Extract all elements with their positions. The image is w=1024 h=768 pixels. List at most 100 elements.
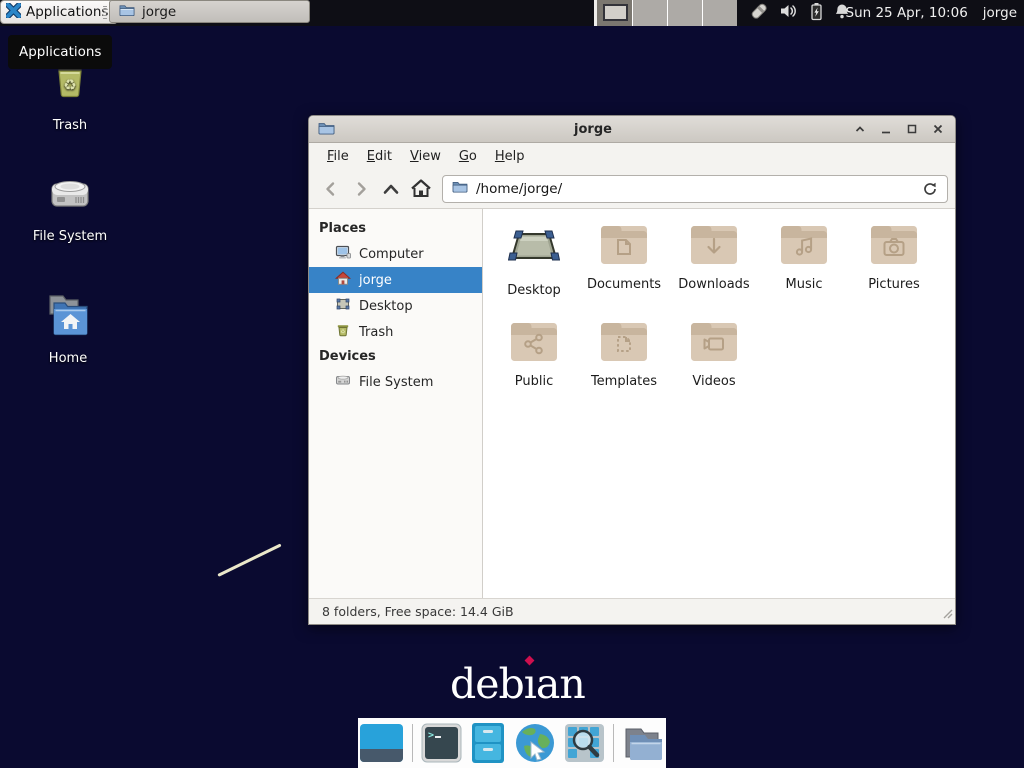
titlebar[interactable]: jorge bbox=[309, 116, 955, 143]
status-text: 8 folders, Free space: 14.4 GiB bbox=[322, 604, 514, 619]
up-button[interactable] bbox=[376, 174, 406, 204]
close-button[interactable] bbox=[929, 121, 946, 138]
folder-documents-icon bbox=[599, 222, 649, 270]
workspace-2[interactable] bbox=[632, 0, 667, 26]
show-desktop-icon[interactable] bbox=[359, 723, 404, 763]
desktop-icon-home[interactable]: Home bbox=[18, 290, 118, 366]
window-folder-icon bbox=[318, 120, 335, 139]
menu-view[interactable]: View bbox=[401, 145, 450, 168]
file-cabinet-icon[interactable] bbox=[470, 722, 506, 764]
folder-icon bbox=[119, 3, 135, 21]
taskbar-item-jorge[interactable]: jorge bbox=[109, 0, 310, 23]
sidebar-item-desktop[interactable]: Desktop bbox=[309, 293, 482, 319]
volume-icon[interactable] bbox=[780, 3, 799, 23]
svg-text:>: > bbox=[428, 730, 434, 741]
sidebar-item-label: Trash bbox=[359, 325, 393, 340]
bottom-dock: > bbox=[358, 718, 666, 768]
sidebar-item-label: Desktop bbox=[359, 299, 413, 314]
file-tile-music[interactable]: Music bbox=[759, 222, 849, 319]
devices-header: Devices bbox=[309, 345, 482, 369]
panel-right-group: Sun 25 Apr, 10:06 jorge bbox=[846, 0, 1018, 26]
sidebar-item-computer[interactable]: Computer bbox=[309, 241, 482, 267]
toolbar: /home/jorge/ bbox=[309, 169, 955, 209]
file-label: Videos bbox=[692, 374, 735, 389]
directory-menu-icon[interactable] bbox=[622, 723, 666, 763]
path-text[interactable]: /home/jorge/ bbox=[476, 181, 562, 197]
file-label: Public bbox=[515, 374, 553, 389]
sidebar-item-file-system[interactable]: File System bbox=[309, 369, 482, 395]
file-label: Pictures bbox=[868, 277, 919, 292]
file-list: Desktop Documents bbox=[483, 209, 955, 598]
menu-edit[interactable]: Edit bbox=[358, 145, 401, 168]
file-label: Templates bbox=[591, 374, 657, 389]
sidebar-item-label: jorge bbox=[359, 273, 392, 288]
back-button[interactable] bbox=[316, 174, 346, 204]
folder-public-icon bbox=[509, 319, 559, 367]
file-tile-desktop[interactable]: Desktop bbox=[489, 222, 579, 319]
applications-menu-button[interactable]: Applications bbox=[0, 0, 118, 24]
statusbar: 8 folders, Free space: 14.4 GiB bbox=[309, 598, 955, 624]
clock[interactable]: Sun 25 Apr, 10:06 bbox=[846, 5, 968, 21]
battery-icon[interactable] bbox=[810, 2, 823, 25]
forward-button[interactable] bbox=[346, 174, 376, 204]
hard-drive-icon bbox=[45, 170, 95, 222]
workspace-window-thumb bbox=[603, 4, 628, 21]
file-manager-window: jorge File Edit View Go Help bbox=[308, 115, 956, 625]
debian-wallpaper-logo: debıan bbox=[450, 660, 585, 708]
file-tile-documents[interactable]: Documents bbox=[579, 222, 669, 319]
taskbar-item-label: jorge bbox=[142, 4, 176, 20]
debian-i: ı bbox=[524, 660, 536, 708]
maximize-button[interactable] bbox=[903, 121, 920, 138]
applications-tooltip: Applications bbox=[8, 35, 112, 69]
file-tile-public[interactable]: Public bbox=[489, 319, 579, 416]
resize-grip[interactable] bbox=[941, 607, 953, 622]
sidebar: Places Computer bbox=[309, 209, 483, 598]
sidebar-item-trash[interactable]: ♻ Trash bbox=[309, 319, 482, 345]
web-browser-icon[interactable] bbox=[514, 722, 556, 764]
workspace-1[interactable] bbox=[597, 0, 632, 26]
desktop-line-artifact bbox=[217, 543, 281, 576]
sidebar-item-jorge[interactable]: jorge bbox=[309, 267, 482, 293]
tooltip-text: Applications bbox=[19, 44, 101, 60]
file-label: Desktop bbox=[507, 283, 561, 298]
menubar: File Edit View Go Help bbox=[309, 143, 955, 169]
desktop-icon bbox=[335, 296, 351, 316]
file-label: Music bbox=[786, 277, 823, 292]
desktop-icon-label: File System bbox=[33, 229, 107, 244]
home-button[interactable] bbox=[406, 174, 436, 204]
folder-pictures-icon bbox=[869, 222, 919, 270]
system-tray bbox=[749, 0, 850, 26]
desktop-icon-label: Trash bbox=[53, 118, 87, 133]
dock-separator bbox=[613, 724, 614, 762]
file-tile-pictures[interactable]: Pictures bbox=[849, 222, 939, 319]
path-bar[interactable]: /home/jorge/ bbox=[442, 175, 948, 203]
reload-icon[interactable] bbox=[922, 181, 938, 197]
xfce-menu-icon bbox=[6, 3, 21, 22]
trash-icon: ♻ bbox=[335, 322, 351, 342]
folder-icon bbox=[452, 180, 468, 197]
menu-go[interactable]: Go bbox=[450, 145, 486, 168]
file-tile-downloads[interactable]: Downloads bbox=[669, 222, 759, 319]
sidebar-item-label: File System bbox=[359, 375, 433, 390]
file-tile-videos[interactable]: Videos bbox=[669, 319, 759, 416]
menu-help[interactable]: Help bbox=[486, 145, 534, 168]
desktop-icon-label: Home bbox=[49, 351, 87, 366]
terminal-icon[interactable]: > bbox=[421, 723, 462, 763]
workspace-3[interactable] bbox=[667, 0, 702, 26]
user-menu[interactable]: jorge bbox=[983, 5, 1017, 21]
desktop-icon-file-system[interactable]: File System bbox=[20, 170, 120, 244]
debian-text: an bbox=[536, 660, 585, 708]
app-finder-icon[interactable] bbox=[564, 723, 605, 763]
workspace-switcher bbox=[594, 0, 737, 26]
minimize-button[interactable] bbox=[877, 121, 894, 138]
window-title: jorge bbox=[335, 122, 851, 137]
menu-file[interactable]: File bbox=[318, 145, 358, 168]
file-label: Documents bbox=[587, 277, 661, 292]
folder-templates-icon bbox=[599, 319, 649, 367]
mouse-tray-icon[interactable] bbox=[749, 1, 769, 25]
shade-button[interactable] bbox=[851, 121, 868, 138]
dock-separator bbox=[412, 724, 413, 762]
workspace-4[interactable] bbox=[702, 0, 737, 26]
panel-drag-handle[interactable] bbox=[103, 6, 107, 20]
file-tile-templates[interactable]: Templates bbox=[579, 319, 669, 416]
